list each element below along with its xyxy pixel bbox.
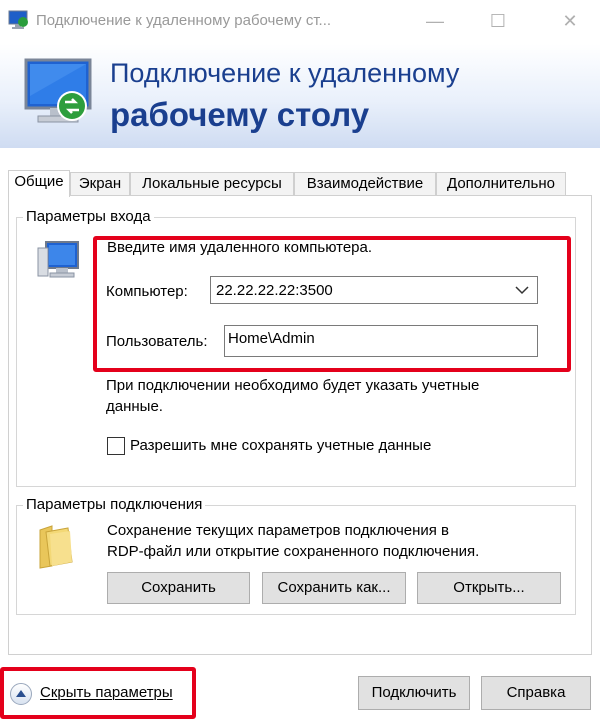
banner-title-line2: рабочему столу xyxy=(110,96,370,133)
computer-combobox[interactable]: 22.22.22.22:3500 xyxy=(210,276,538,304)
save-credentials-checkbox[interactable] xyxy=(107,437,125,455)
computer-icon xyxy=(37,241,79,278)
save-button[interactable]: Сохранить xyxy=(107,572,250,604)
collapse-up-icon[interactable] xyxy=(10,683,32,705)
credentials-note-line1: При подключении необходимо будет указать… xyxy=(106,377,480,394)
header-banner: Подключение к удаленному рабочему столу xyxy=(0,44,600,148)
close-button[interactable]: ✕ xyxy=(555,8,585,34)
computer-value: 22.22.22.22:3500 xyxy=(216,282,333,299)
folder-icon xyxy=(39,525,73,569)
remote-desktop-app-icon xyxy=(8,10,28,29)
login-settings-legend: Параметры входа xyxy=(23,208,154,225)
hide-options-label[interactable]: Скрыть параметры xyxy=(40,684,173,701)
help-button[interactable]: Справка xyxy=(481,676,591,710)
save-as-button[interactable]: Сохранить как... xyxy=(262,572,406,604)
save-credentials-label[interactable]: Разрешить мне сохранять учетные данные xyxy=(130,437,431,454)
tab-experience[interactable]: Взаимодействие xyxy=(294,172,436,196)
connection-desc-line1: Сохранение текущих параметров подключени… xyxy=(107,522,450,539)
minimize-button[interactable]: — xyxy=(420,8,450,34)
tab-display[interactable]: Экран xyxy=(70,172,130,196)
maximize-button[interactable]: ☐ xyxy=(483,8,513,34)
connection-desc-line2: RDP-файл или открытие сохраненного подкл… xyxy=(107,543,480,560)
user-label: Пользователь: xyxy=(106,333,208,350)
title-bar: Подключение к удаленному рабочему ст... … xyxy=(0,0,600,44)
open-button[interactable]: Открыть... xyxy=(417,572,561,604)
user-value: Home\Admin xyxy=(228,330,315,347)
tab-general[interactable]: Общие xyxy=(8,170,70,197)
computer-label: Компьютер: xyxy=(106,283,188,300)
banner-title-line1: Подключение к удаленному xyxy=(110,58,460,88)
credentials-note-line2: данные. xyxy=(106,398,163,415)
login-hint-text: Введите имя удаленного компьютера. xyxy=(107,239,373,256)
tab-local-resources[interactable]: Локальные ресурсы xyxy=(130,172,294,196)
connect-button[interactable]: Подключить xyxy=(358,676,470,710)
connection-settings-legend: Параметры подключения xyxy=(23,496,206,513)
tab-advanced[interactable]: Дополнительно xyxy=(436,172,566,196)
user-field[interactable]: Home\Admin xyxy=(224,325,538,357)
window-title: Подключение к удаленному рабочему ст... xyxy=(36,12,332,29)
chevron-down-icon[interactable] xyxy=(515,285,529,295)
remote-desktop-logo-icon xyxy=(24,58,92,123)
